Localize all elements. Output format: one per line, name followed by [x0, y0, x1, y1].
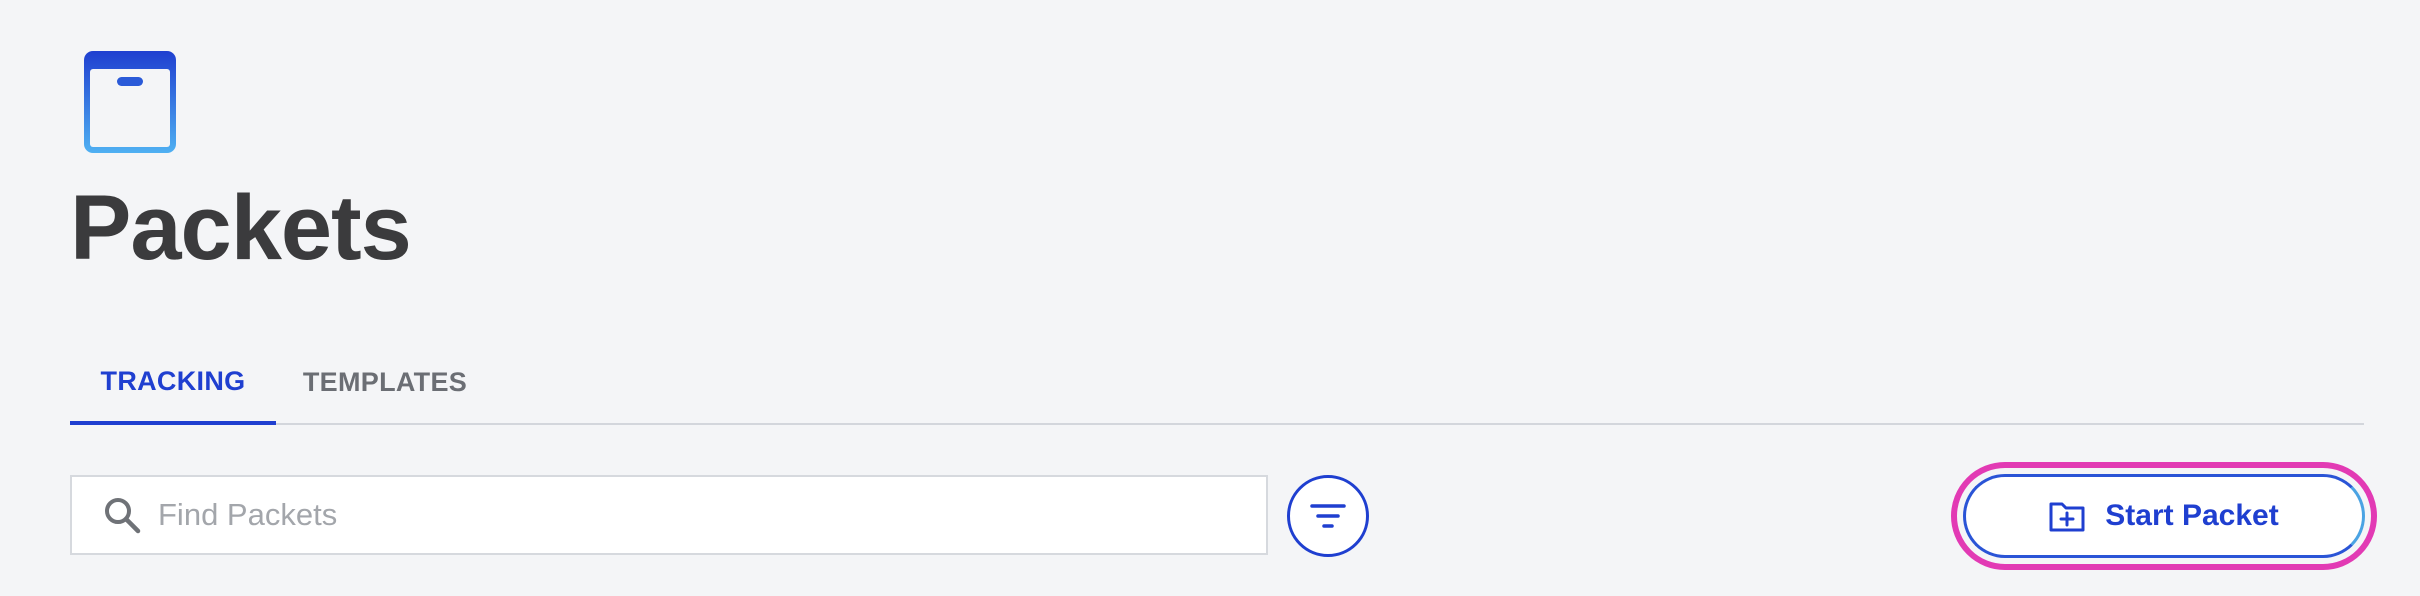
tab-bar: TRACKING TEMPLATES	[70, 342, 2364, 425]
search-icon	[105, 498, 141, 534]
filter-icon	[1310, 504, 1346, 528]
search-input[interactable]	[158, 485, 1238, 545]
folder-plus-icon	[2049, 502, 2085, 532]
packet-box-icon	[84, 51, 176, 153]
tab-templates[interactable]: TEMPLATES	[276, 342, 494, 423]
tab-tracking[interactable]: TRACKING	[70, 342, 276, 425]
packets-page: Packets TRACKING TEMPLATES Start Packet	[0, 0, 2420, 596]
start-packet-button[interactable]: Start Packet	[1963, 474, 2365, 558]
start-packet-label: Start Packet	[2105, 499, 2279, 532]
search-box[interactable]	[70, 475, 1268, 555]
filter-button[interactable]	[1287, 475, 1369, 557]
page-title: Packets	[70, 177, 412, 279]
